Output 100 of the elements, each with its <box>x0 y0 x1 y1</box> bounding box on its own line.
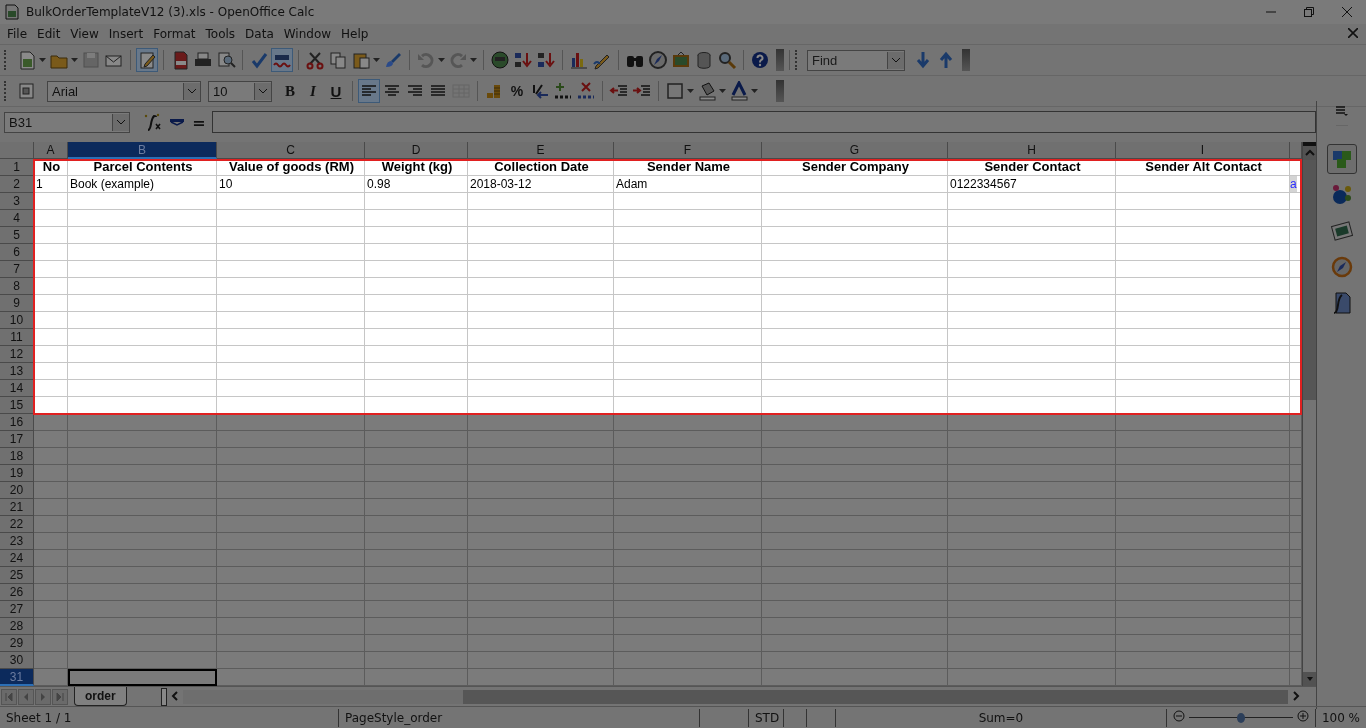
menu-item[interactable]: Tools <box>200 27 241 41</box>
row-header[interactable]: 21 <box>0 499 34 516</box>
row-header[interactable]: 16 <box>0 414 34 431</box>
menu-icon[interactable] <box>1335 106 1348 116</box>
next-sheet-button[interactable] <box>35 688 51 705</box>
toolbar-button[interactable] <box>728 79 750 103</box>
scroll-up-icon[interactable] <box>1304 149 1315 157</box>
toolbar-button[interactable] <box>358 79 380 103</box>
toolbar-button[interactable] <box>271 48 293 72</box>
row-header[interactable]: 14 <box>0 380 34 397</box>
column-header[interactable] <box>1290 142 1302 159</box>
column-header[interactable]: I <box>1116 142 1290 159</box>
previous-sheet-button[interactable] <box>18 688 34 705</box>
caret-icon[interactable] <box>188 88 196 94</box>
horizontal-scrollbar[interactable] <box>182 689 1288 704</box>
toolbar-button[interactable] <box>136 48 158 72</box>
caret-icon[interactable] <box>117 119 125 125</box>
menu-item[interactable]: View <box>65 27 104 41</box>
row-header[interactable]: 9 <box>0 295 34 312</box>
italic-button[interactable]: I <box>302 79 324 103</box>
row-header[interactable]: 25 <box>0 567 34 584</box>
row-header[interactable]: 22 <box>0 516 34 533</box>
row-header[interactable]: 12 <box>0 346 34 363</box>
caret-icon[interactable] <box>373 58 380 62</box>
first-sheet-button[interactable] <box>1 688 17 705</box>
row-header[interactable]: 27 <box>0 601 34 618</box>
menu-item[interactable]: Format <box>148 27 201 41</box>
column-header[interactable]: B <box>68 142 217 159</box>
row-header[interactable]: 11 <box>0 329 34 346</box>
scroll-left-icon[interactable] <box>170 690 179 701</box>
caret-icon[interactable] <box>259 88 267 94</box>
toolbar-button[interactable] <box>647 48 669 72</box>
menu-item[interactable]: Window <box>278 27 337 41</box>
row-header[interactable]: 24 <box>0 550 34 567</box>
find-field[interactable]: Find <box>807 49 905 71</box>
percent-button[interactable]: % <box>506 79 528 103</box>
toolbar-handle[interactable] <box>776 49 784 71</box>
vertical-scrollbar[interactable] <box>1302 142 1316 686</box>
equals-button[interactable]: = <box>192 112 206 132</box>
row-header[interactable]: 30 <box>0 652 34 669</box>
scroll-right-icon[interactable] <box>1292 690 1300 701</box>
row-header[interactable]: 10 <box>0 312 34 329</box>
bold-button[interactable]: B <box>279 79 301 103</box>
row-header[interactable]: 2 <box>0 176 34 193</box>
caret-icon[interactable] <box>687 89 694 93</box>
close-icon[interactable] <box>1348 28 1358 38</box>
row-header[interactable]: 17 <box>0 431 34 448</box>
column-header[interactable]: D <box>365 142 468 159</box>
column-header[interactable]: G <box>762 142 948 159</box>
menu-item[interactable]: Data <box>240 27 279 41</box>
function-wizard-icon[interactable] <box>142 112 162 132</box>
menu-item[interactable]: Edit <box>32 27 66 41</box>
row-header[interactable]: 18 <box>0 448 34 465</box>
caret-icon[interactable] <box>719 89 726 93</box>
row-header[interactable]: 7 <box>0 261 34 278</box>
caret-icon[interactable] <box>39 58 46 62</box>
row-header[interactable]: 8 <box>0 278 34 295</box>
row-header[interactable]: 28 <box>0 618 34 635</box>
column-header[interactable]: A <box>34 142 68 159</box>
font-name-field[interactable]: Arial <box>47 80 201 102</box>
column-header[interactable]: C <box>217 142 365 159</box>
selected-cell[interactable] <box>68 669 217 686</box>
row-header[interactable]: 3 <box>0 193 34 210</box>
zoom-out-icon[interactable] <box>1172 710 1185 722</box>
row-header[interactable]: 19 <box>0 465 34 482</box>
scroll-down-icon[interactable] <box>1304 675 1315 683</box>
zoom-in-icon[interactable] <box>1296 710 1309 722</box>
caret-icon[interactable] <box>71 58 78 62</box>
row-header[interactable]: 20 <box>0 482 34 499</box>
menu-item[interactable]: Insert <box>103 27 149 41</box>
menu-item[interactable]: File <box>2 27 33 41</box>
row-header[interactable]: 26 <box>0 584 34 601</box>
row-header[interactable]: 4 <box>0 210 34 227</box>
close-icon[interactable] <box>1342 7 1352 17</box>
restore-icon[interactable] <box>1304 7 1314 17</box>
row-header[interactable]: 13 <box>0 363 34 380</box>
last-sheet-button[interactable] <box>52 688 68 705</box>
sheet-tab[interactable]: order <box>74 687 127 706</box>
sidebar-button[interactable] <box>1326 144 1357 174</box>
underline-button[interactable]: U <box>325 79 347 103</box>
toolbar-button[interactable] <box>696 79 718 103</box>
column-header[interactable]: F <box>614 142 762 159</box>
row-header[interactable]: 5 <box>0 227 34 244</box>
row-header[interactable]: 23 <box>0 533 34 550</box>
tab-splitter-handle[interactable] <box>160 687 167 706</box>
font-size-field[interactable]: 10 <box>208 80 272 102</box>
name-box[interactable]: B31 <box>4 111 130 133</box>
select-all-button[interactable] <box>0 142 34 159</box>
row-header[interactable]: 29 <box>0 635 34 652</box>
toolbar-handle[interactable] <box>962 49 970 71</box>
column-header[interactable]: H <box>948 142 1116 159</box>
row-header[interactable]: 1 <box>0 159 34 176</box>
row-header[interactable]: 31 <box>0 669 34 686</box>
row-header[interactable]: 6 <box>0 244 34 261</box>
formula-input-field[interactable] <box>212 111 1316 133</box>
menu-item[interactable]: Help <box>336 27 374 41</box>
column-header[interactable]: E <box>468 142 614 159</box>
caret-icon[interactable] <box>751 89 758 93</box>
row-header[interactable]: 15 <box>0 397 34 414</box>
toolbar-handle[interactable] <box>776 80 784 102</box>
